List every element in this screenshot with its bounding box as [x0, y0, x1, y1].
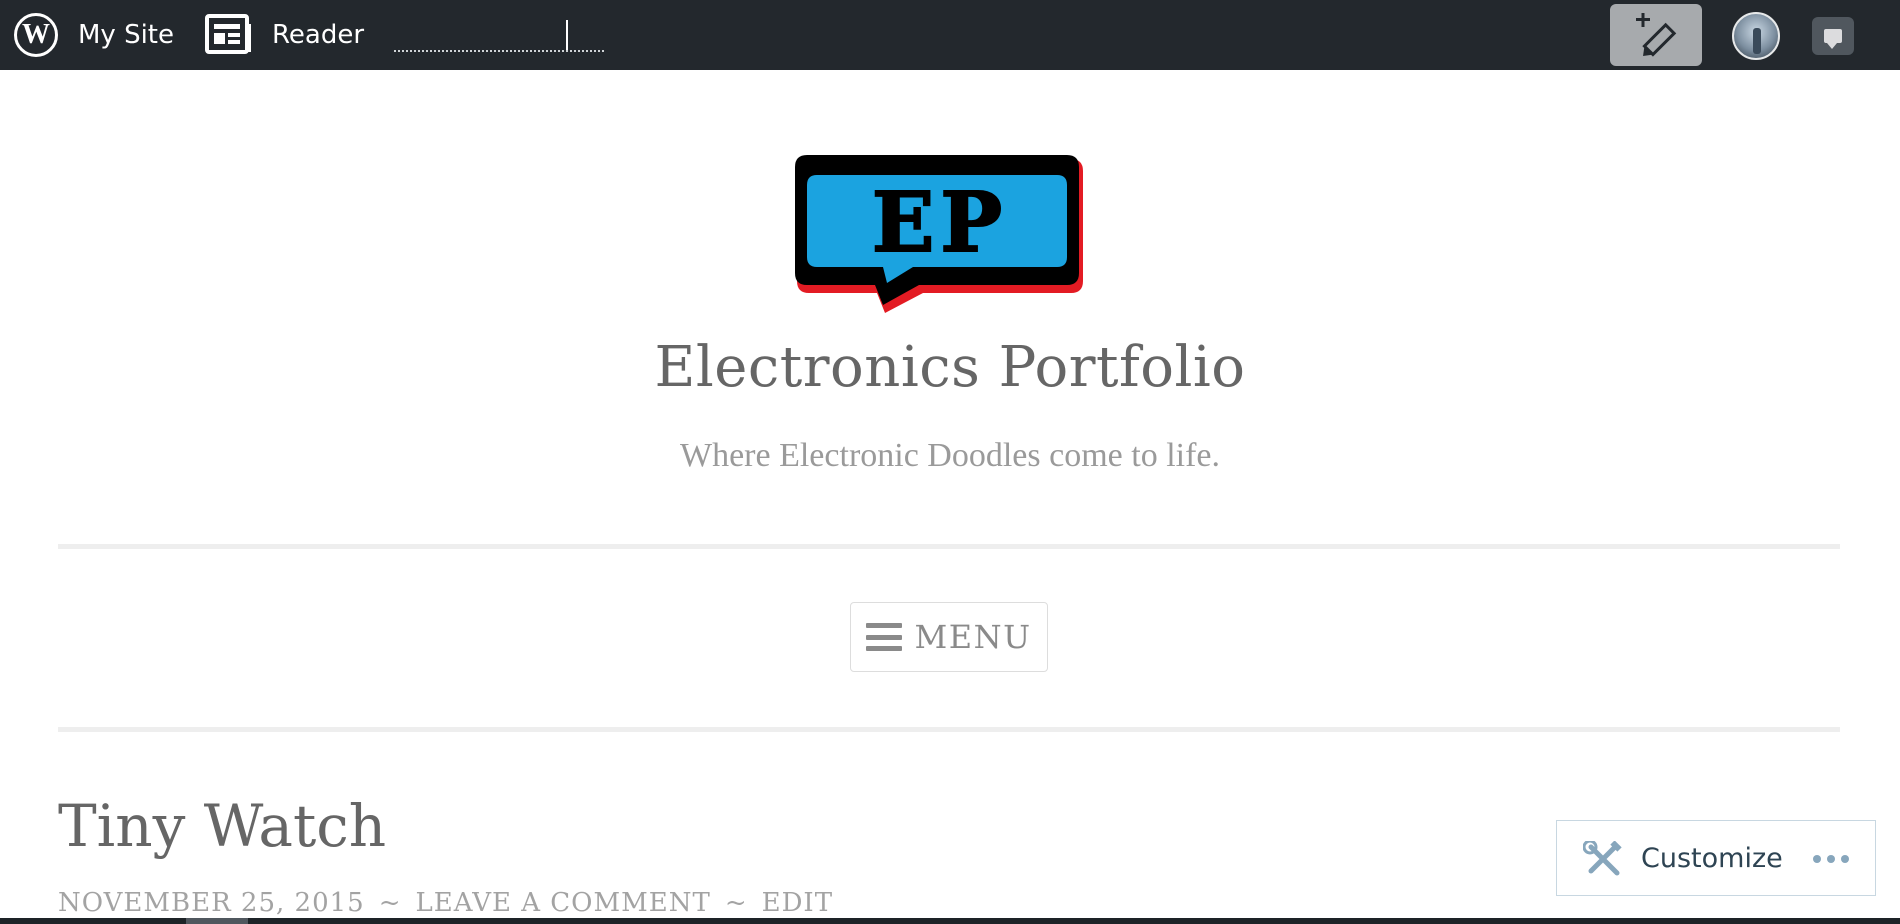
admin-bar: W My Site Reader: [0, 0, 1900, 70]
more-options-icon[interactable]: [1813, 855, 1849, 863]
reader-newspaper-icon[interactable]: [205, 0, 253, 70]
notifications-icon: [1824, 29, 1842, 49]
divider: [58, 727, 1840, 732]
divider: [58, 544, 1840, 549]
customize-widget: Customize: [1556, 820, 1876, 896]
window-bottom-edge: [0, 918, 1900, 924]
customize-button[interactable]: Customize: [1641, 843, 1783, 874]
post-date-link[interactable]: NOVEMBER 25, 2015: [58, 888, 365, 918]
menu-label: MENU: [914, 618, 1032, 656]
notifications-button[interactable]: [1812, 17, 1854, 55]
site-tagline: Where Electronic Doodles come to life.: [680, 437, 1220, 474]
leave-comment-link[interactable]: LEAVE A COMMENT: [416, 888, 711, 918]
my-site-link[interactable]: My Site: [78, 0, 174, 70]
edit-post-link[interactable]: EDIT: [762, 888, 833, 918]
search-input[interactable]: [394, 20, 604, 52]
text-caret: [566, 20, 568, 50]
wordpress-logo-button[interactable]: W: [14, 0, 58, 70]
tools-icon[interactable]: [1582, 839, 1623, 883]
wordpress-logo-icon: W: [14, 13, 58, 57]
site-title[interactable]: Electronics Portfolio: [0, 335, 1900, 400]
reader-link[interactable]: Reader: [272, 0, 364, 70]
site-logo-text: EP: [872, 175, 1008, 271]
post-meta: NOVEMBER 25, 2015 ~ LEAVE A COMMENT ~ EDIT: [58, 888, 833, 918]
write-post-icon: [1636, 13, 1677, 57]
write-post-button[interactable]: [1610, 4, 1702, 66]
post-title[interactable]: Tiny Watch: [58, 792, 386, 860]
site-logo[interactable]: EP: [795, 153, 1087, 318]
menu-toggle-button[interactable]: MENU: [850, 602, 1048, 672]
user-avatar[interactable]: [1732, 12, 1780, 60]
hamburger-icon: [866, 623, 903, 651]
meta-separator: ~: [724, 888, 748, 918]
meta-separator: ~: [378, 888, 402, 918]
